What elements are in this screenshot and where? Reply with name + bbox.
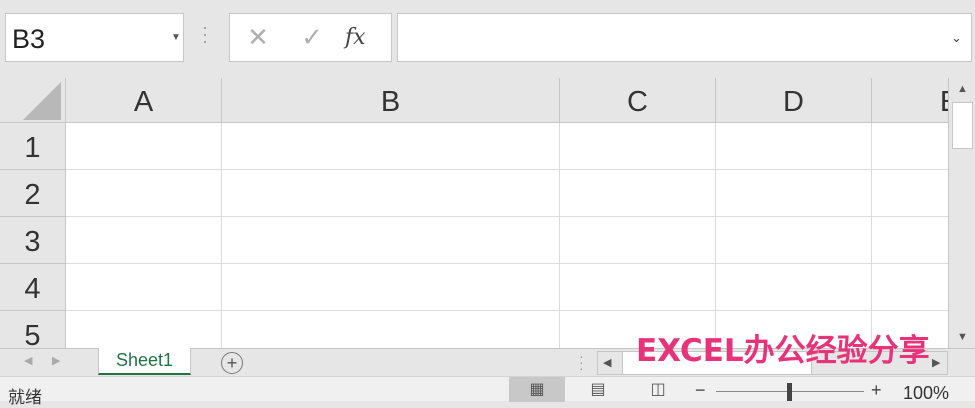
scroll-up-icon[interactable]: ▲ [949,83,975,95]
column-header-b[interactable]: B [222,78,560,123]
page-break-view-button[interactable]: ◫ [630,377,686,402]
worksheet-grid: A B C D E 1 2 3 4 5 [0,78,948,348]
enter-icon[interactable]: ✓ [292,22,332,53]
chevron-down-icon[interactable]: ▼ [171,32,181,43]
vertical-scrollbar[interactable]: ▲ ▼ [948,78,975,348]
select-all-button[interactable] [0,78,66,123]
row-header-1[interactable]: 1 [0,123,66,170]
zoom-slider-thumb[interactable] [787,383,792,401]
normal-view-icon: ▦ [529,381,545,398]
column-header-d[interactable]: D [716,78,872,123]
drag-handle-icon[interactable]: · · · [200,18,210,50]
name-box-value: B3 [12,24,46,54]
column-header-c[interactable]: C [560,78,716,123]
zoom-out-button[interactable]: − [695,380,706,401]
expand-formula-bar-icon[interactable]: ⌄ [951,30,962,46]
gridline [66,310,948,311]
scroll-down-icon[interactable]: ▼ [949,331,975,343]
gridline [66,263,948,264]
scroll-right-icon[interactable]: ▶ [932,356,940,369]
row-header-5[interactable]: 5 [0,311,66,348]
gridline [66,169,948,170]
watermark: EXCEL办公经验分享 [636,333,930,369]
column-header-a[interactable]: A [66,78,222,123]
name-box[interactable]: B3 ▼ [5,13,184,62]
row-header-4[interactable]: 4 [0,264,66,311]
gridline [871,123,872,348]
tab-split-handle-icon[interactable]: · · · [579,349,584,375]
sheet-tab-sheet1[interactable]: Sheet1 [98,348,191,375]
gridline [221,123,222,348]
normal-view-button[interactable]: ▦ [509,377,565,402]
page-layout-view-icon: ▤ [590,381,606,398]
scroll-left-icon[interactable]: ◀ [603,356,611,369]
add-sheet-button[interactable]: + [221,352,243,374]
status-bar: 就绪 ▦ ▤ ◫ − + 100% [0,376,975,407]
zoom-in-button[interactable]: + [871,380,882,401]
next-sheet-icon[interactable]: ▶ [52,354,60,367]
vertical-scroll-thumb[interactable] [952,102,973,149]
previous-sheet-icon[interactable]: ◀ [24,354,32,367]
select-all-triangle-icon [23,82,61,120]
row-header-2[interactable]: 2 [0,170,66,217]
formula-bar: B3 ▼ · · · ✕ ✓ fx ⌄ [0,0,975,78]
gridline [715,123,716,348]
formula-buttons: ✕ ✓ fx [229,13,392,62]
status-text: 就绪 [8,388,42,407]
page-break-view-icon: ◫ [650,381,666,398]
page-layout-view-button[interactable]: ▤ [570,377,626,402]
gridline [559,123,560,348]
row-header-3[interactable]: 3 [0,217,66,264]
column-header-e[interactable]: E [872,78,948,123]
gridline [66,216,948,217]
cancel-icon[interactable]: ✕ [238,22,278,53]
function-icon[interactable]: fx [345,25,366,50]
formula-input[interactable]: ⌄ [397,13,972,62]
